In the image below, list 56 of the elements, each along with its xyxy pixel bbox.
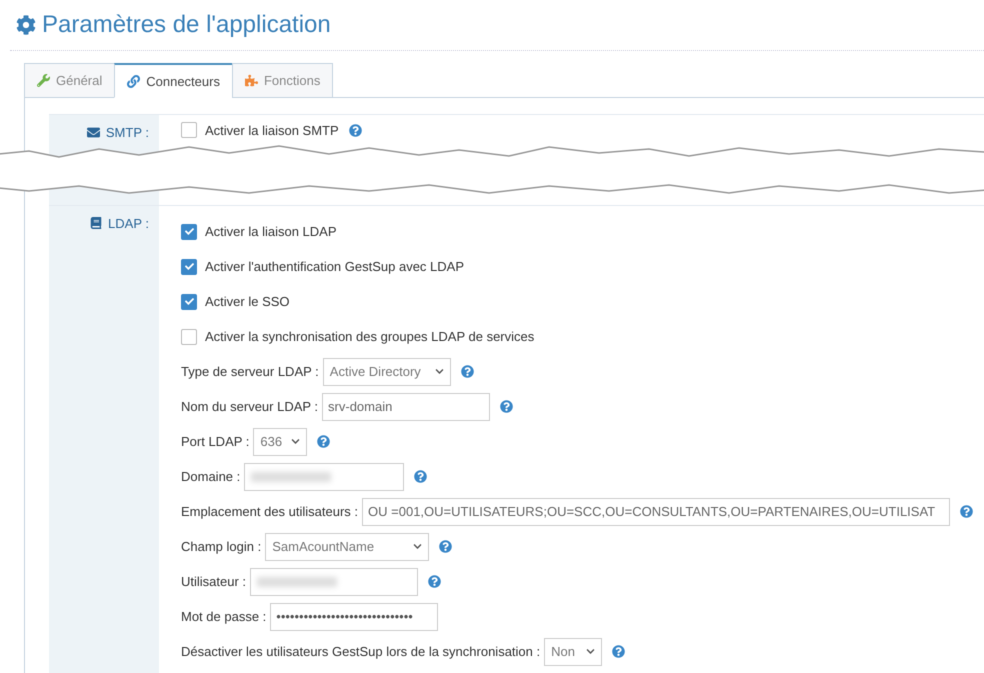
tab[interactable]: Général: [24, 63, 116, 98]
page-title: Paramètres de l'application: [42, 11, 331, 39]
help-icon[interactable]: [414, 470, 428, 483]
tab[interactable]: Connecteurs: [114, 63, 233, 98]
field-label: Type de serveur LDAP :: [181, 364, 319, 379]
link-icon: [127, 74, 140, 88]
tab[interactable]: Fonctions: [232, 63, 334, 98]
checkbox[interactable]: [181, 122, 197, 138]
checkbox[interactable]: [181, 294, 197, 310]
field-label: Mot de passe :: [181, 609, 266, 624]
check-icon: [184, 262, 194, 271]
checkbox[interactable]: [181, 258, 197, 274]
check-icon: [184, 297, 194, 306]
checkbox-label: Activer la liaison SMTP: [205, 122, 339, 138]
help-icon[interactable]: [348, 124, 362, 136]
book-icon: [90, 217, 102, 229]
select-field[interactable]: Non: [544, 638, 602, 666]
checkbox[interactable]: [181, 224, 197, 240]
caret-icon: [434, 367, 444, 376]
puzzle-icon: [244, 74, 258, 87]
settings-icon: [16, 15, 36, 35]
select-field[interactable]: 636: [253, 428, 308, 456]
check-icon: [184, 227, 194, 236]
field-label: Désactiver les utilisateurs GestSup lors de la synchronisation :: [181, 644, 540, 659]
wrench-icon: [37, 74, 50, 87]
help-icon[interactable]: [460, 365, 474, 378]
field-label: Emplacement des utilisateurs :: [181, 504, 358, 519]
input-field[interactable]: [244, 462, 404, 490]
field-label: Domaine :: [181, 469, 240, 484]
caret-icon: [291, 437, 300, 446]
checkbox-label: Activer la liaison LDAP: [205, 224, 336, 239]
select-field[interactable]: Active Directory: [322, 358, 451, 386]
help-icon[interactable]: [317, 435, 330, 448]
help-icon[interactable]: [439, 540, 452, 553]
input-field[interactable]: srv-domain: [322, 392, 490, 420]
help-icon[interactable]: [428, 575, 442, 588]
field-label: Nom du serveur LDAP :: [181, 399, 318, 414]
checkbox-label: Activer le SSO: [205, 294, 290, 309]
field-label: Port LDAP :: [181, 434, 250, 449]
help-icon[interactable]: [960, 505, 974, 518]
checkbox-label: Activer l'authentification GestSup avec LDAP: [205, 259, 464, 274]
select-field[interactable]: SamAcountName: [265, 532, 430, 560]
checkbox[interactable]: [181, 328, 197, 344]
input-field[interactable]: [250, 568, 418, 596]
field-label: Champ login :: [181, 539, 262, 554]
help-icon[interactable]: [612, 645, 626, 658]
password-field[interactable]: ••••••••••••••••••••••••••••••: [270, 602, 438, 630]
field-label: Utilisateur :: [181, 574, 246, 589]
section-label: LDAP :: [90, 214, 149, 232]
caret-icon: [413, 542, 422, 551]
help-icon[interactable]: [500, 400, 514, 413]
caret-icon: [586, 647, 596, 656]
section-label: SMTP :: [86, 123, 149, 141]
envelope-icon: [86, 126, 100, 138]
checkbox-label: Activer la synchronisation des groupes LDAP de services: [205, 329, 534, 344]
input-field[interactable]: OU =001,OU=UTILISATEURS;OU=SCC,OU=CONSULTANTS,OU=PARTENAIRES,OU=UTILISAT: [362, 498, 950, 526]
